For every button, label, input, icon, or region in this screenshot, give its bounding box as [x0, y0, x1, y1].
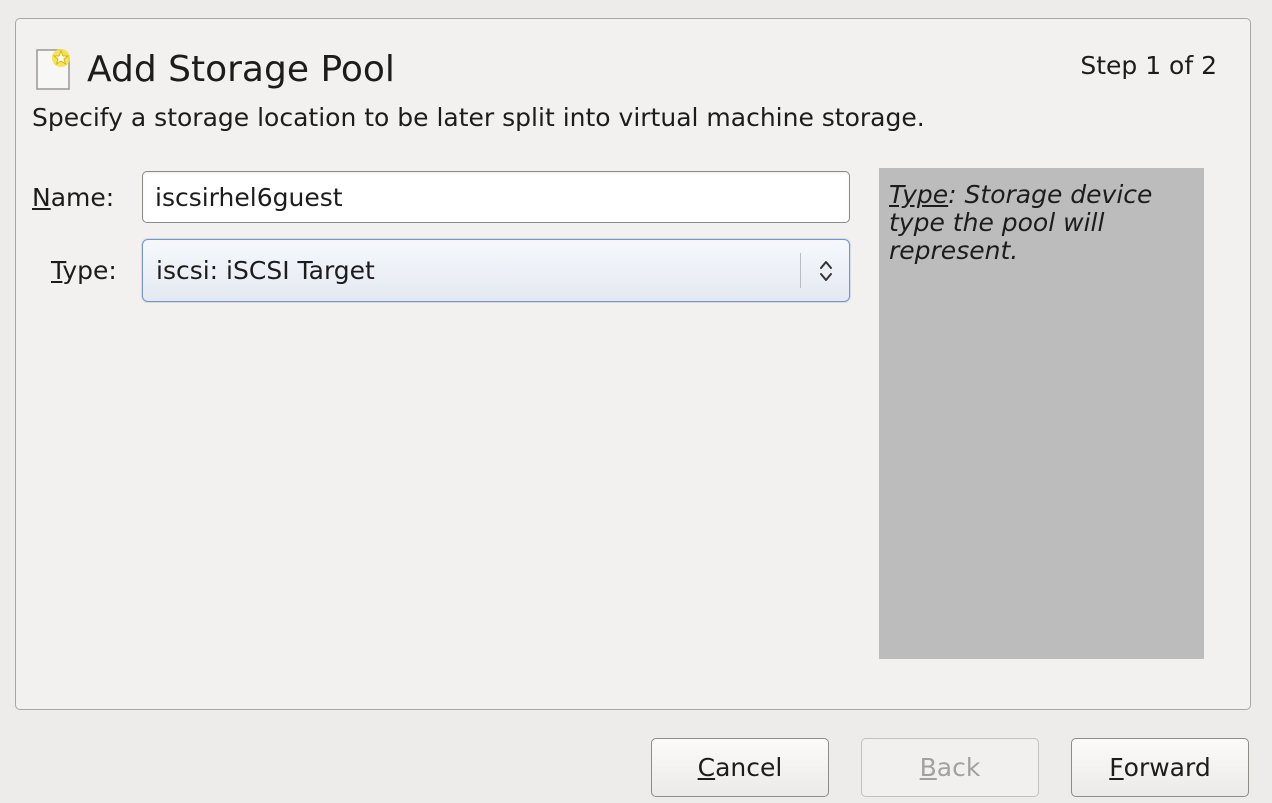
type-select-value: iscsi: iSCSI Target [156, 256, 375, 285]
type-label-mnemonic: T [51, 256, 63, 285]
help-keyword: Type [889, 180, 949, 209]
type-label: Type: [51, 254, 117, 288]
up-down-chevron-icon [813, 256, 839, 286]
help-panel: Type: Storage device type the pool will … [879, 168, 1204, 659]
page-subtitle: Specify a storage location to be later s… [32, 103, 925, 132]
page-title: Add Storage Pool [87, 49, 395, 90]
step-indicator: Step 1 of 2 [1080, 51, 1217, 80]
type-select[interactable]: iscsi: iSCSI Target [142, 239, 850, 302]
name-input[interactable] [142, 171, 850, 223]
forward-mnemonic: F [1109, 753, 1124, 782]
forward-button[interactable]: Forward [1071, 738, 1249, 797]
type-label-text: ype: [62, 256, 117, 285]
back-mnemonic: B [919, 753, 937, 782]
new-document-star-icon [35, 47, 72, 91]
forward-label: orward [1123, 753, 1211, 782]
cancel-label: ancel [715, 753, 783, 782]
name-label-mnemonic: N [32, 183, 51, 212]
back-button[interactable]: Back [861, 738, 1039, 797]
cancel-button[interactable]: Cancel [651, 738, 829, 797]
name-label: Name: [32, 181, 114, 215]
back-label: ack [936, 753, 981, 782]
name-label-text: ame: [50, 183, 115, 212]
cancel-mnemonic: C [697, 753, 716, 782]
type-select-separator [800, 253, 801, 288]
